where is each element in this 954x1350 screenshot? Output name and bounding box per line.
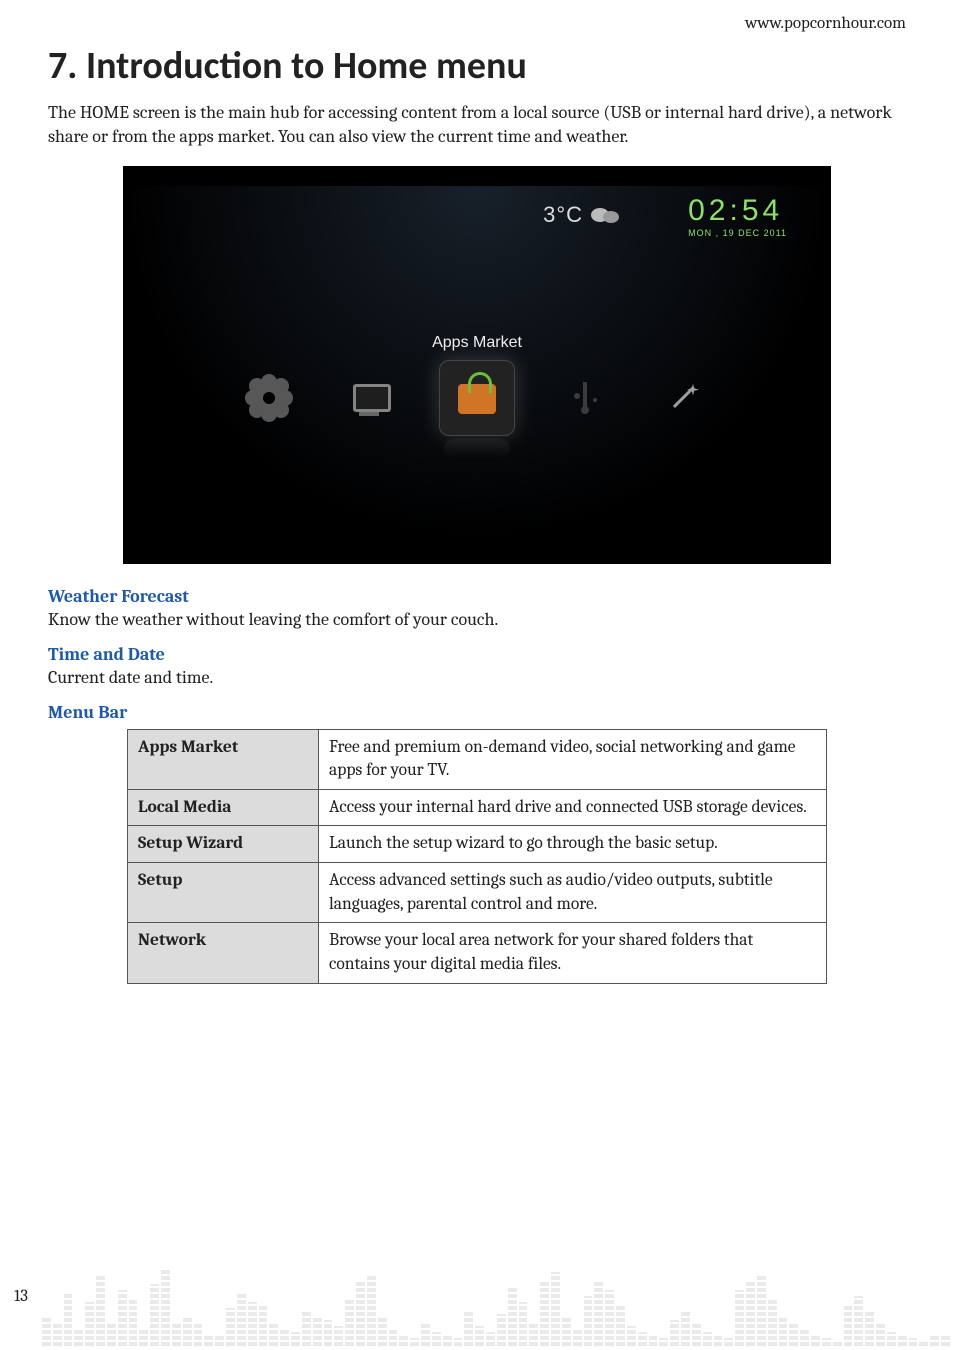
menu-name-cell: Local Media bbox=[128, 789, 319, 826]
menu-name-cell: Setup bbox=[128, 863, 319, 923]
menu-desc-cell: Browse your local area network for your … bbox=[319, 923, 827, 983]
weather-readout: 3°C bbox=[543, 202, 621, 228]
home-menu-bar bbox=[239, 360, 715, 436]
equalizer-decoration bbox=[42, 1236, 950, 1346]
wand-icon bbox=[667, 380, 703, 416]
gear-icon bbox=[251, 380, 287, 416]
selected-menu-label: Apps Market bbox=[432, 334, 522, 352]
menu-desc-cell: Free and premium on-demand video, social… bbox=[319, 729, 827, 789]
intro-paragraph: The HOME screen is the main hub for acce… bbox=[48, 101, 906, 150]
weather-heading: Weather Forecast bbox=[48, 586, 906, 607]
clock-time: 02:54 bbox=[688, 194, 787, 228]
menu-item-apps-market[interactable] bbox=[439, 360, 515, 436]
menu-item-usb[interactable] bbox=[555, 368, 615, 428]
table-row: SetupAccess advanced settings such as au… bbox=[128, 863, 827, 923]
weather-icon bbox=[591, 206, 621, 224]
menu-desc-cell: Access advanced settings such as audio/v… bbox=[319, 863, 827, 923]
table-row: Apps MarketFree and premium on-demand vi… bbox=[128, 729, 827, 789]
usb-icon bbox=[567, 380, 603, 416]
table-row: NetworkBrowse your local area network fo… bbox=[128, 923, 827, 983]
menu-bar-table: Apps MarketFree and premium on-demand vi… bbox=[127, 729, 827, 984]
shop-icon bbox=[454, 378, 500, 418]
clock-widget: 02:54 MON , 19 DEC 2011 bbox=[688, 194, 787, 238]
menu-name-cell: Network bbox=[128, 923, 319, 983]
home-menu-screenshot: 3°C 02:54 MON , 19 DEC 2011 Apps Market bbox=[123, 166, 831, 564]
page-url: www.popcornhour.com bbox=[48, 14, 906, 33]
table-row: Setup WizardLaunch the setup wizard to g… bbox=[128, 826, 827, 863]
timedate-heading: Time and Date bbox=[48, 644, 906, 665]
tv-icon bbox=[351, 380, 387, 416]
table-row: Local MediaAccess your internal hard dri… bbox=[128, 789, 827, 826]
section-title: 7. Introduction to Home menu bbox=[48, 43, 906, 89]
page-number: 13 bbox=[14, 1287, 28, 1306]
timedate-text: Current date and time. bbox=[48, 667, 906, 688]
weather-text: Know the weather without leaving the com… bbox=[48, 609, 906, 630]
weather-temp: 3°C bbox=[543, 202, 583, 228]
menu-name-cell: Apps Market bbox=[128, 729, 319, 789]
clock-date: MON , 19 DEC 2011 bbox=[688, 228, 787, 238]
menu-item-setup[interactable] bbox=[239, 368, 299, 428]
menu-item-wizard[interactable] bbox=[655, 368, 715, 428]
menu-desc-cell: Launch the setup wizard to go through th… bbox=[319, 826, 827, 863]
menubar-heading: Menu Bar bbox=[48, 702, 906, 723]
menu-item-local-media[interactable] bbox=[339, 368, 399, 428]
menu-desc-cell: Access your internal hard drive and conn… bbox=[319, 789, 827, 826]
menu-name-cell: Setup Wizard bbox=[128, 826, 319, 863]
